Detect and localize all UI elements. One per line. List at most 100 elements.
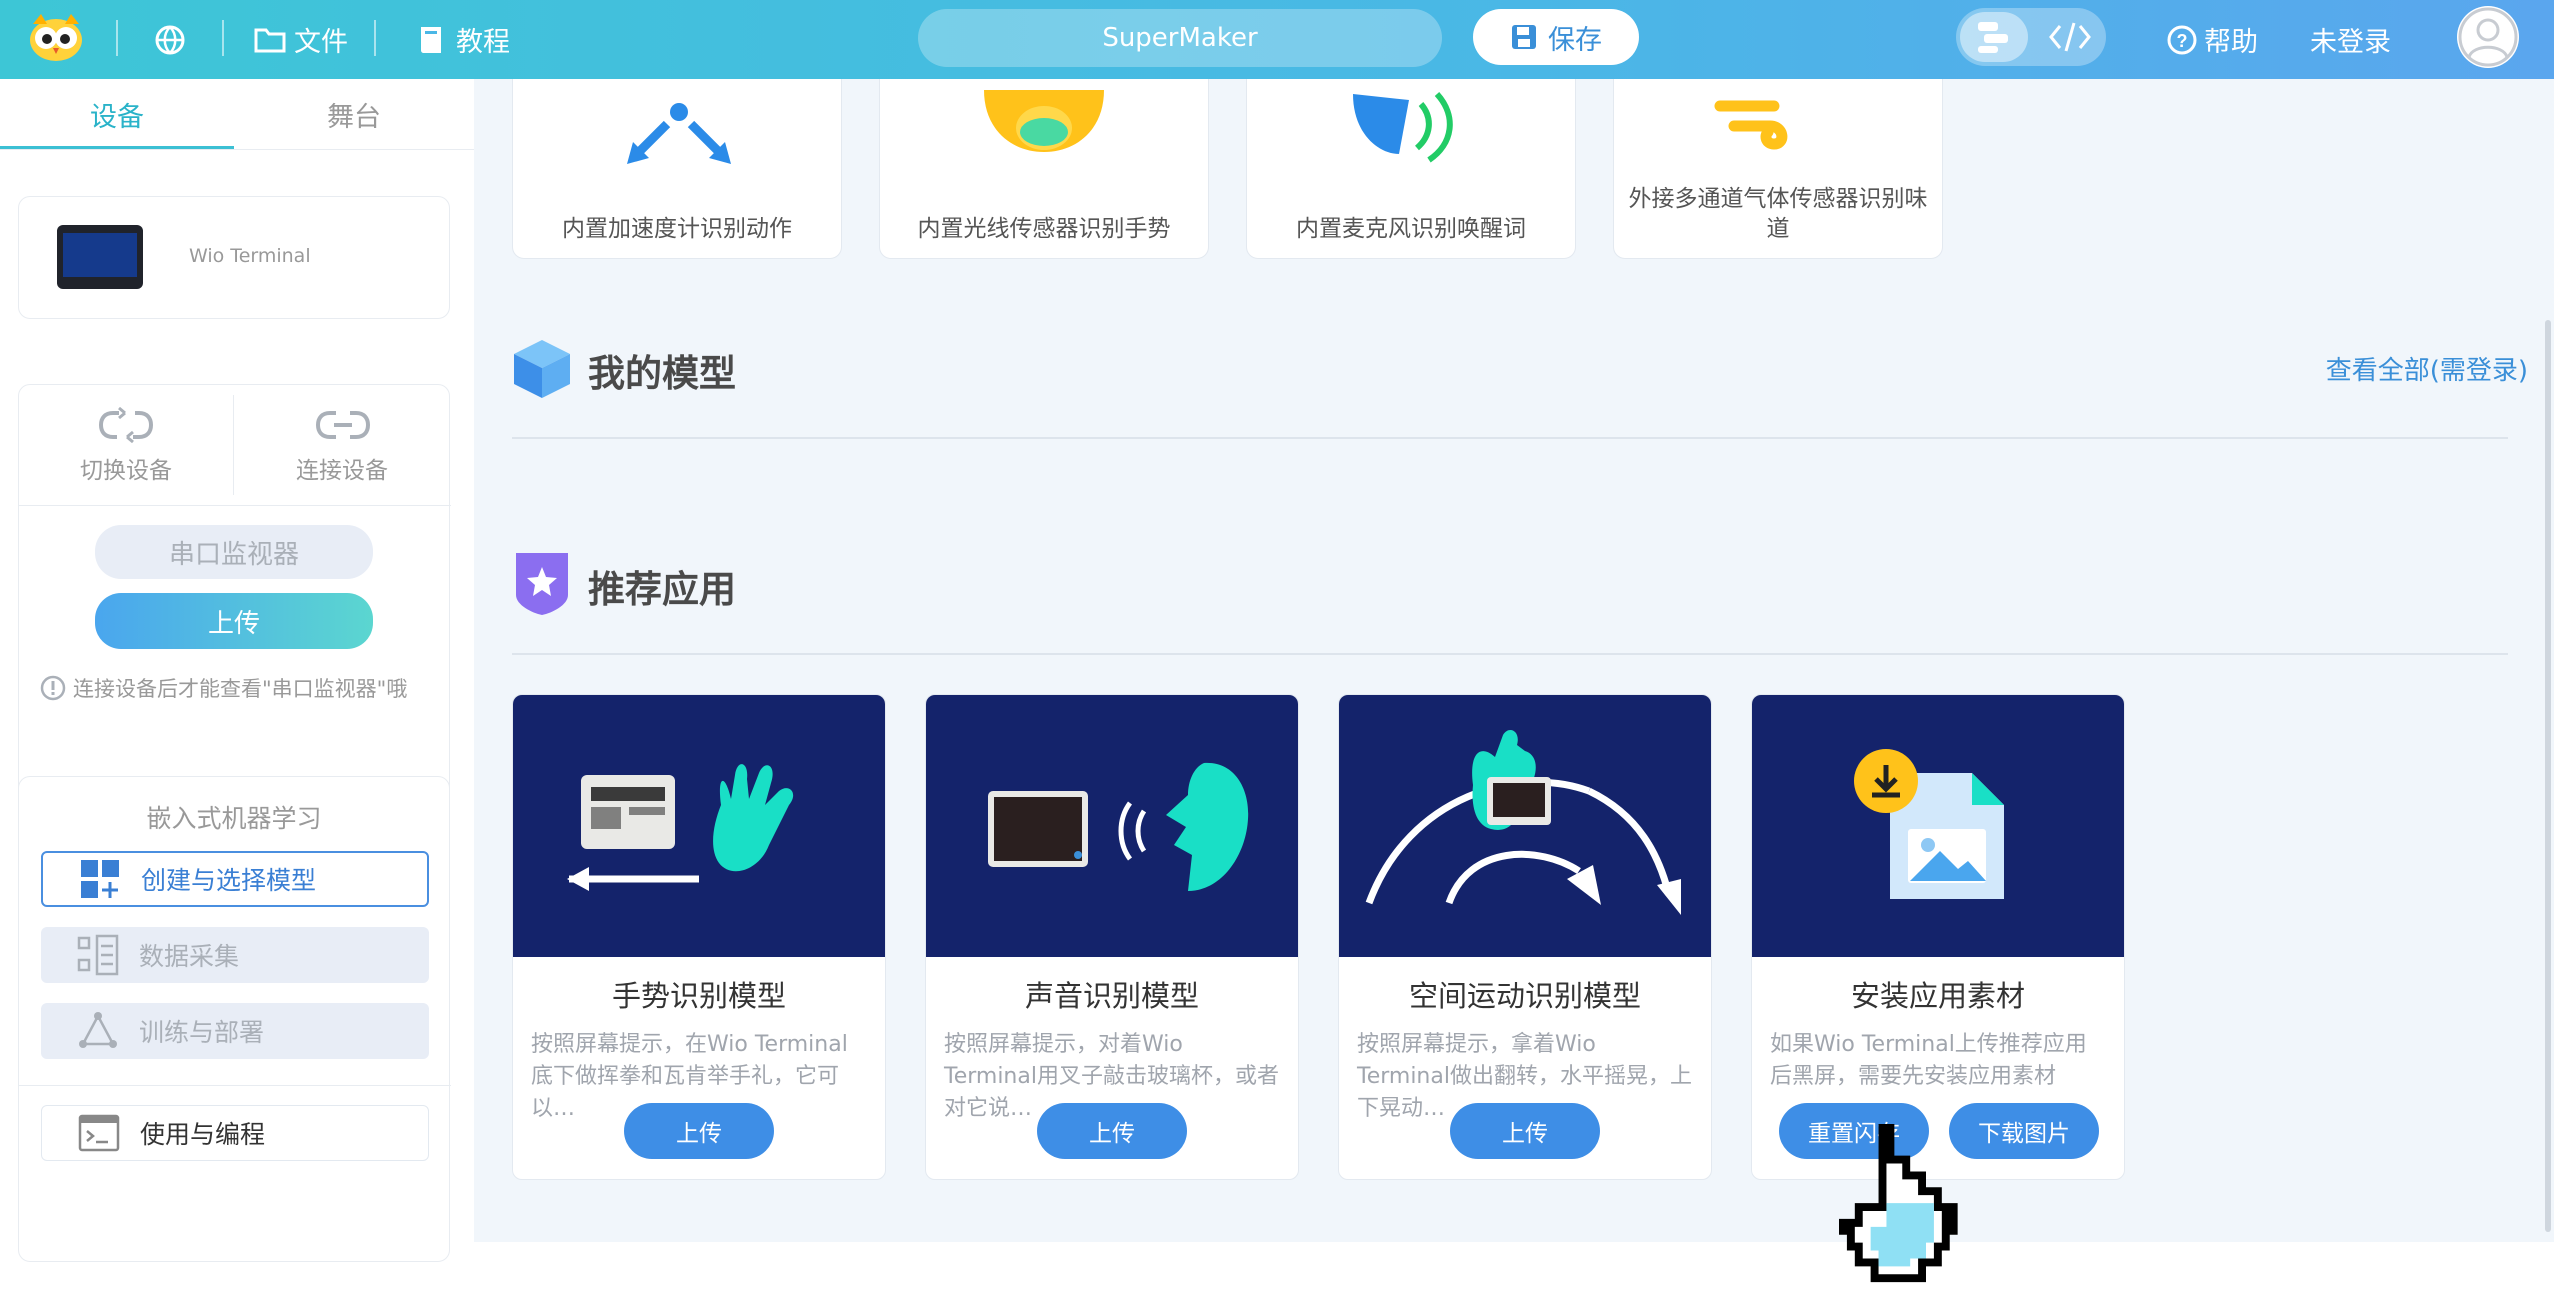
tab-stage[interactable]: 舞台 xyxy=(234,79,474,149)
sound-illustration xyxy=(988,762,1249,891)
blocks-mode-button[interactable] xyxy=(1960,12,2028,62)
help-circle-icon: ? xyxy=(2167,25,2197,54)
app-card-install-assets[interactable]: 安装应用素材 如果Wio Terminal上传推荐应用后黑屏，需要先安装应用素材… xyxy=(1751,694,2125,1180)
connect-device-button[interactable]: 连接设备 xyxy=(234,385,450,505)
project-name-input[interactable]: SuperMaker xyxy=(918,9,1442,67)
demo-card-microphone[interactable]: 内置麦克风识别唤醒词 xyxy=(1246,79,1576,259)
demo-card-gas-sensor[interactable]: 外接多通道气体传感器识别味道 xyxy=(1613,79,1943,259)
file-label: 文件 xyxy=(294,27,348,58)
use-and-program-item[interactable]: 使用与编程 xyxy=(41,1105,429,1161)
app-card-gesture[interactable]: 手势识别模型 按照屏幕提示，在Wio Terminal底下做挥拳和瓦肯举手礼，它… xyxy=(512,694,886,1180)
tutorial-menu[interactable]: 教程 xyxy=(418,0,510,79)
main-content: 内置加速度计识别动作 内置光线传感器识别手势 内置麦克风识别唤醒词 外接多通道气… xyxy=(474,79,2554,1242)
app-name: 安装应用素材 xyxy=(1850,979,2025,1013)
switch-device-label: 切换设备 xyxy=(80,458,172,484)
help-button[interactable]: ? 帮助 xyxy=(2166,0,2258,79)
device-controls-card: 切换设备 连接设备 串口监视器 上传 连接设备后才能查看"串口监视器"哦 xyxy=(18,384,451,804)
app-hero-image xyxy=(1339,695,1711,957)
save-button[interactable]: 保存 xyxy=(1473,9,1639,65)
device-card[interactable]: Wio Terminal xyxy=(18,196,450,319)
ml-title: 嵌入式机器学习 xyxy=(146,804,322,833)
tab-divider xyxy=(0,149,474,150)
demo-card-label: 内置麦克风识别唤醒词 xyxy=(1296,216,1526,242)
tab-device[interactable]: 设备 xyxy=(0,79,234,149)
demo-card-label: 内置加速度计识别动作 xyxy=(562,216,792,242)
hand-cursor-icon xyxy=(1839,1124,1958,1283)
separator xyxy=(222,20,224,56)
main-scrollbar[interactable] xyxy=(2545,320,2551,1232)
avatar[interactable] xyxy=(2457,6,2519,68)
login-link[interactable]: 未登录 xyxy=(2310,0,2391,79)
arrows-icon xyxy=(627,103,731,164)
menu-label: 使用与编程 xyxy=(140,1120,266,1149)
app-name: 手势识别模型 xyxy=(611,979,786,1013)
divider xyxy=(19,505,451,506)
section-divider xyxy=(512,437,2508,439)
my-models-title: 我的模型 xyxy=(588,352,736,395)
section-divider xyxy=(512,653,2508,655)
demo-card-accelerometer[interactable]: 内置加速度计识别动作 xyxy=(512,79,842,259)
serial-hint: 连接设备后才能查看"串口监视器"哦 xyxy=(39,673,407,703)
app-hero-image xyxy=(926,695,1298,957)
gesture-illustration xyxy=(567,764,794,891)
app-card-sound[interactable]: 声音识别模型 按照屏幕提示，对着Wio Terminal用叉子敲击玻璃杯，或者对… xyxy=(925,694,1299,1180)
grid-add-icon xyxy=(81,860,119,898)
connect-device-label: 连接设备 xyxy=(296,458,388,484)
gas-smell-icon xyxy=(1714,100,1788,150)
left-panel: 设备 舞台 Wio Terminal 切换设备 连接设备 串口监视器 上传 连接… xyxy=(0,79,474,1298)
data-collection-item[interactable]: 数据采集 xyxy=(41,927,429,983)
upload-button[interactable]: 上传 xyxy=(624,1103,774,1159)
code-icon[interactable] xyxy=(2048,20,2092,54)
motion-illustration xyxy=(1365,730,1681,915)
install-illustration xyxy=(1854,749,2004,899)
separator xyxy=(374,20,376,56)
app-desc: 如果Wio Terminal上传推荐应用后黑屏，需要先安装应用素材 xyxy=(1770,1032,2087,1089)
upload-button[interactable]: 上传 xyxy=(95,593,373,649)
demo-card-label: 外接多通道气体传感器识别味道 xyxy=(1628,186,1928,242)
cube-icon xyxy=(514,340,570,398)
file-menu[interactable]: 文件 xyxy=(254,0,348,79)
folder-icon xyxy=(254,28,286,52)
svg-text:?: ? xyxy=(2177,31,2188,51)
demo-card-label: 内置光线传感器识别手势 xyxy=(917,216,1171,242)
menu-label: 数据采集 xyxy=(139,942,240,971)
microphone-voice-icon xyxy=(1353,91,1453,163)
owl-logo-icon[interactable] xyxy=(27,12,85,62)
info-icon xyxy=(40,675,66,701)
app-card-motion[interactable]: 空间运动识别模型 按照屏幕提示，拿着Wio Terminal做出翻转，水平摇晃，… xyxy=(1338,694,1712,1180)
menu-label: 训练与部署 xyxy=(139,1018,265,1047)
upload-button[interactable]: 上传 xyxy=(1037,1103,1187,1159)
globe-icon xyxy=(155,25,185,54)
mode-toggle[interactable] xyxy=(1956,8,2106,66)
language-button[interactable] xyxy=(154,0,186,79)
create-select-model-item[interactable]: 创建与选择模型 xyxy=(41,851,429,907)
help-label: 帮助 xyxy=(2204,27,2258,58)
app-name: 声音识别模型 xyxy=(1024,979,1199,1013)
blocks-icon xyxy=(1978,22,2008,53)
floppy-disk-icon xyxy=(1512,25,1536,49)
switch-device-button[interactable]: 切换设备 xyxy=(19,385,233,505)
view-all-link[interactable]: 查看全部(需登录) xyxy=(2326,350,2528,387)
light-sensor-icon xyxy=(984,90,1104,152)
ml-card: 嵌入式机器学习 创建与选择模型 数据采集 训练与部署 使用与编程 xyxy=(18,776,451,1262)
serial-hint-text: 连接设备后才能查看"串口监视器"哦 xyxy=(73,677,408,701)
star-badge-icon xyxy=(516,553,568,615)
network-icon xyxy=(79,1012,117,1048)
user-icon xyxy=(2458,7,2518,67)
train-deploy-item[interactable]: 训练与部署 xyxy=(41,1003,429,1059)
serial-monitor-button[interactable]: 串口监视器 xyxy=(95,525,373,579)
recommended-title: 推荐应用 xyxy=(588,568,736,611)
save-label: 保存 xyxy=(1548,24,1602,56)
link-icon xyxy=(315,411,371,439)
footer-area xyxy=(474,1242,2554,1298)
divider xyxy=(19,1085,451,1086)
refresh-icon xyxy=(98,407,154,443)
menu-label: 创建与选择模型 xyxy=(141,866,317,895)
book-icon xyxy=(421,26,441,53)
data-list-icon xyxy=(77,934,119,976)
tutorial-label: 教程 xyxy=(456,27,510,58)
demo-card-light-sensor[interactable]: 内置光线传感器识别手势 xyxy=(879,79,1209,259)
upload-button[interactable]: 上传 xyxy=(1450,1103,1600,1159)
app-hero-image xyxy=(1752,695,2124,957)
wio-terminal-image xyxy=(57,225,143,289)
